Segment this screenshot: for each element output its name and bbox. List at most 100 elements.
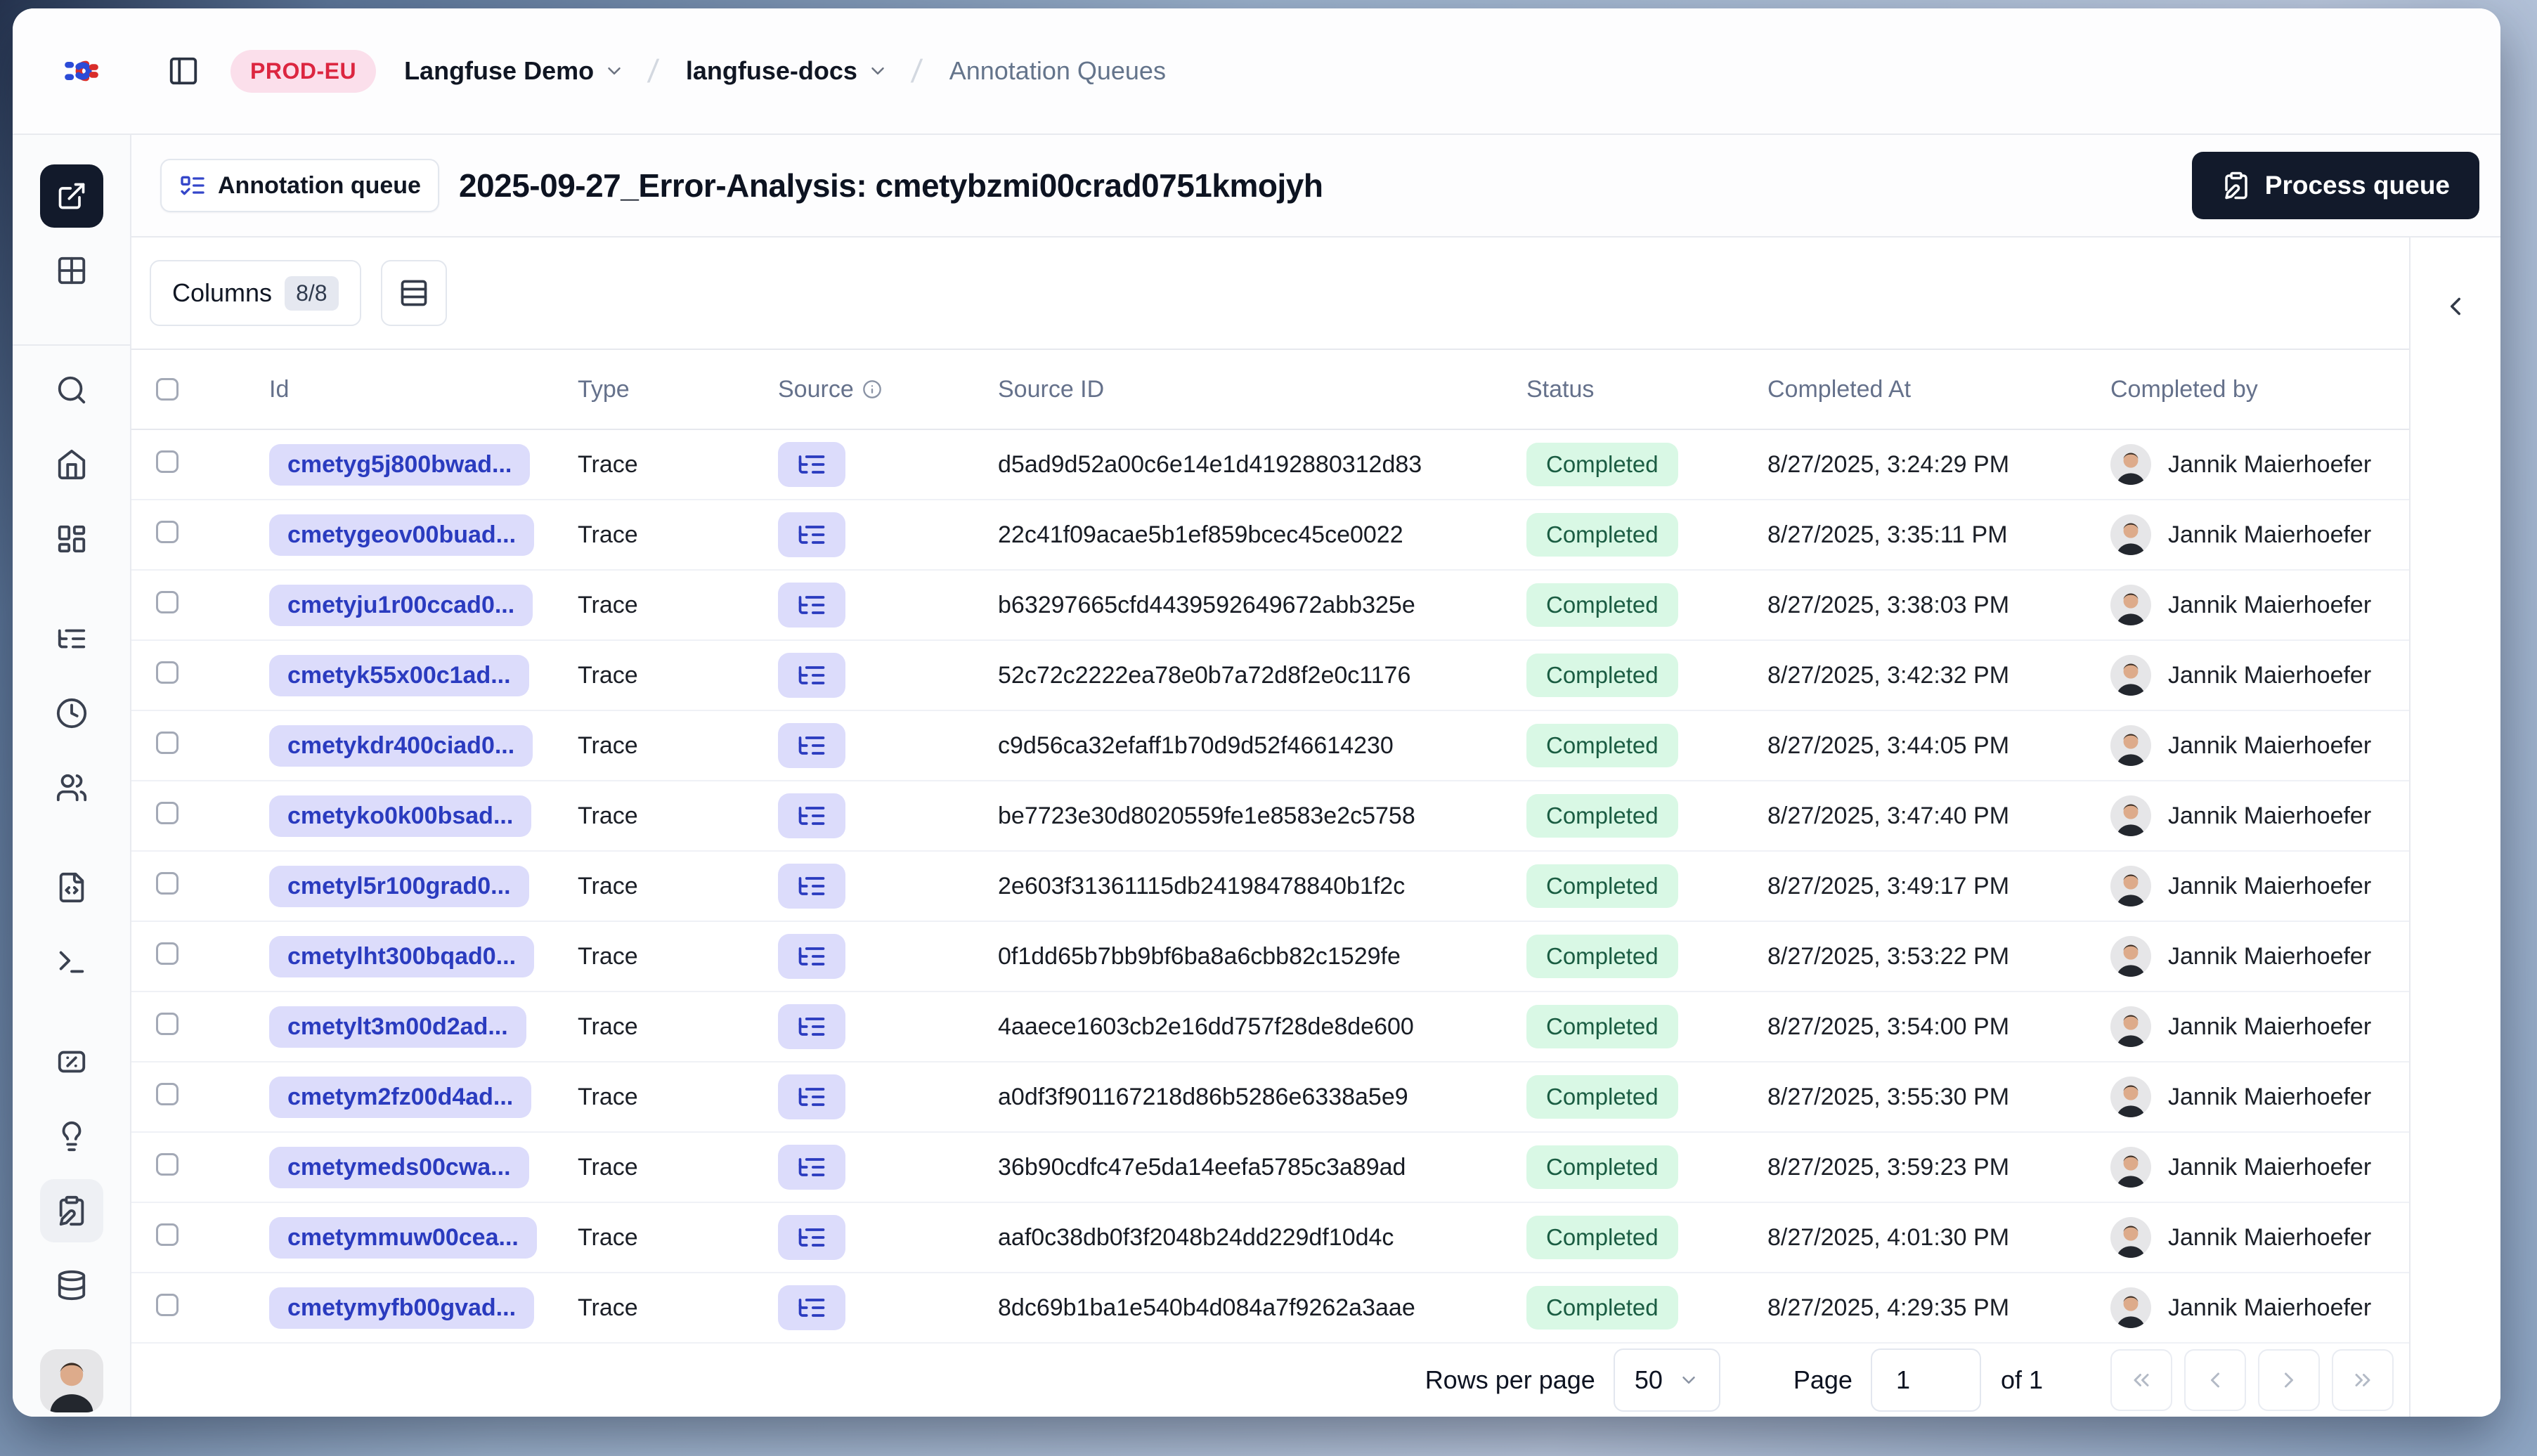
column-header-source-id[interactable]: Source ID: [998, 376, 1526, 403]
sidebar-item-open-in-new[interactable]: [39, 164, 103, 228]
previous-page-button[interactable]: [2184, 1349, 2246, 1411]
sidebar-item-home[interactable]: [40, 433, 103, 496]
page-number-input[interactable]: [1870, 1348, 1981, 1412]
row-id-link[interactable]: cmetyl5r100grad0...: [269, 865, 529, 907]
row-height-button[interactable]: [380, 260, 447, 326]
row-source-trace-button[interactable]: [778, 1215, 845, 1260]
sidebar-item-dashboards[interactable]: [40, 507, 103, 571]
table-row[interactable]: cmetyko0k00bsad... Trace be7723e30d80205…: [131, 781, 2409, 852]
row-id-link[interactable]: cmetymyfb00gvad...: [269, 1287, 535, 1329]
row-id-link[interactable]: cmetyko0k00bsad...: [269, 795, 532, 837]
row-source-trace-button[interactable]: [778, 1074, 845, 1119]
select-all-checkbox[interactable]: [156, 378, 179, 401]
sidebar-item-datasets[interactable]: [40, 1254, 103, 1317]
first-page-button[interactable]: [2110, 1349, 2172, 1411]
row-checkbox[interactable]: [156, 450, 179, 473]
row-checkbox[interactable]: [156, 661, 179, 684]
row-id-link[interactable]: cmetymmuw00cea...: [269, 1216, 537, 1259]
table-row[interactable]: cmetylht300bqad0... Trace 0f1dd65b7bb9bf…: [131, 922, 2409, 992]
breadcrumb-org[interactable]: Langfuse Demo: [404, 56, 625, 86]
sidebar-item-search[interactable]: [40, 358, 103, 422]
sidebar-toggle-button[interactable]: [167, 55, 200, 87]
row-id-link[interactable]: cmetylt3m00d2ad...: [269, 1006, 526, 1048]
queue-type-badge[interactable]: Annotation queue: [160, 159, 439, 212]
column-header-id-label: Id: [269, 375, 290, 403]
row-checkbox[interactable]: [156, 801, 179, 824]
row-status-badge: Completed: [1526, 864, 1678, 908]
user-avatar[interactable]: [39, 1349, 103, 1412]
row-source-trace-button[interactable]: [778, 934, 845, 979]
row-checkbox[interactable]: [156, 520, 179, 543]
row-id-link[interactable]: cmetygeov00buad...: [269, 514, 535, 556]
row-id-link[interactable]: cmetyk55x00c1ad...: [269, 654, 529, 696]
row-id-link[interactable]: cmetymeds00cwa...: [269, 1146, 529, 1188]
row-checkbox[interactable]: [156, 942, 179, 965]
avatar-image: [2110, 1006, 2151, 1047]
column-header-id[interactable]: Id: [269, 376, 578, 403]
column-header-type[interactable]: Type: [578, 376, 778, 403]
breadcrumb-project[interactable]: langfuse-docs: [686, 56, 888, 86]
sidebar-item-table-view[interactable]: [40, 239, 103, 302]
row-source-trace-button[interactable]: [778, 583, 845, 628]
row-id-link[interactable]: cmetykdr400ciad0...: [269, 724, 533, 767]
table-row[interactable]: cmetyju1r00ccad0... Trace b63297665cfd44…: [131, 571, 2409, 641]
sidebar-item-users[interactable]: [40, 756, 103, 819]
sidebar-item-evaluation[interactable]: [40, 1105, 103, 1168]
sidebar-item-annotation-queues[interactable]: [39, 1179, 103, 1242]
row-checkbox[interactable]: [156, 1223, 179, 1246]
table-row[interactable]: cmetyl5r100grad0... Trace 2e603f31361115…: [131, 852, 2409, 922]
sidebar-item-sessions[interactable]: [40, 682, 103, 745]
row-source-trace-button[interactable]: [778, 723, 845, 768]
row-source-trace-button[interactable]: [778, 442, 845, 487]
row-source-trace-button[interactable]: [778, 1145, 845, 1190]
table-row[interactable]: cmetymeds00cwa... Trace 36b90cdfc47e5da1…: [131, 1133, 2409, 1203]
row-source-trace-button[interactable]: [778, 512, 845, 557]
row-id-link[interactable]: cmetym2fz00d4ad...: [269, 1076, 532, 1118]
row-id-link[interactable]: cmetyg5j800bwad...: [269, 443, 531, 486]
row-checkbox[interactable]: [156, 590, 179, 613]
row-source-trace-button[interactable]: [778, 653, 845, 698]
page-title: 2025-09-27_Error-Analysis: cmetybzmi00cr…: [458, 167, 1323, 204]
row-source-trace-button[interactable]: [778, 1285, 845, 1330]
row-source-trace-button[interactable]: [778, 1004, 845, 1049]
row-source-id: 0f1dd65b7bb9bf6ba8a6cbb82c1529fe: [998, 942, 1401, 970]
row-checkbox[interactable]: [156, 1082, 179, 1105]
sidebar-item-scores[interactable]: [40, 1030, 103, 1093]
sidebar-item-prompts[interactable]: [40, 856, 103, 919]
table-row[interactable]: cmetygeov00buad... Trace 22c41f09acae5b1…: [131, 500, 2409, 571]
table-row[interactable]: cmetyk55x00c1ad... Trace 52c72c2222ea78e…: [131, 641, 2409, 711]
row-source-id: d5ad9d52a00c6e14e1d4192880312d83: [998, 450, 1422, 478]
sidebar-item-tracing[interactable]: [40, 607, 103, 670]
next-page-button[interactable]: [2258, 1349, 2320, 1411]
row-checkbox[interactable]: [156, 871, 179, 895]
table-row[interactable]: cmetylt3m00d2ad... Trace 4aaece1603cb2e1…: [131, 992, 2409, 1062]
row-checkbox[interactable]: [156, 731, 179, 754]
breadcrumb-separator: /: [646, 53, 661, 89]
table-row[interactable]: cmetykdr400ciad0... Trace c9d56ca32efaff…: [131, 711, 2409, 781]
row-id-link[interactable]: cmetylht300bqad0...: [269, 935, 535, 977]
row-completed-at: 8/27/2025, 3:49:17 PM: [1767, 872, 2010, 899]
column-header-status[interactable]: Status: [1526, 376, 1767, 403]
column-header-completed-at[interactable]: Completed At: [1767, 376, 2110, 403]
table-footer: Rows per page 50 Page of 1: [131, 1344, 2409, 1417]
rows-per-page-select[interactable]: 50: [1613, 1348, 1720, 1412]
langfuse-logo-icon: [65, 60, 98, 82]
row-checkbox[interactable]: [156, 1152, 179, 1176]
table-row[interactable]: cmetymyfb00gvad... Trace 8dc69b1ba1e540b…: [131, 1273, 2409, 1344]
column-header-completed-by[interactable]: Completed by: [2110, 376, 2409, 403]
sidebar-item-playground[interactable]: [40, 930, 103, 994]
table-row[interactable]: cmetym2fz00d4ad... Trace a0df3f901167218…: [131, 1062, 2409, 1133]
row-source-trace-button[interactable]: [778, 793, 845, 838]
last-page-button[interactable]: [2332, 1349, 2394, 1411]
row-checkbox[interactable]: [156, 1293, 179, 1316]
row-source-trace-button[interactable]: [778, 864, 845, 909]
row-checkbox[interactable]: [156, 1012, 179, 1035]
columns-button[interactable]: Columns 8/8: [150, 260, 361, 326]
row-id-link[interactable]: cmetyju1r00ccad0...: [269, 584, 533, 626]
table-row[interactable]: cmetyg5j800bwad... Trace d5ad9d52a00c6e1…: [131, 430, 2409, 500]
process-queue-button[interactable]: Process queue: [2191, 152, 2479, 219]
column-header-source[interactable]: Source: [778, 376, 998, 403]
table-row[interactable]: cmetymmuw00cea... Trace aaf0c38db0f3f204…: [131, 1203, 2409, 1273]
row-type: Trace: [578, 872, 638, 899]
collapse-panel-button[interactable]: [2433, 284, 2478, 329]
